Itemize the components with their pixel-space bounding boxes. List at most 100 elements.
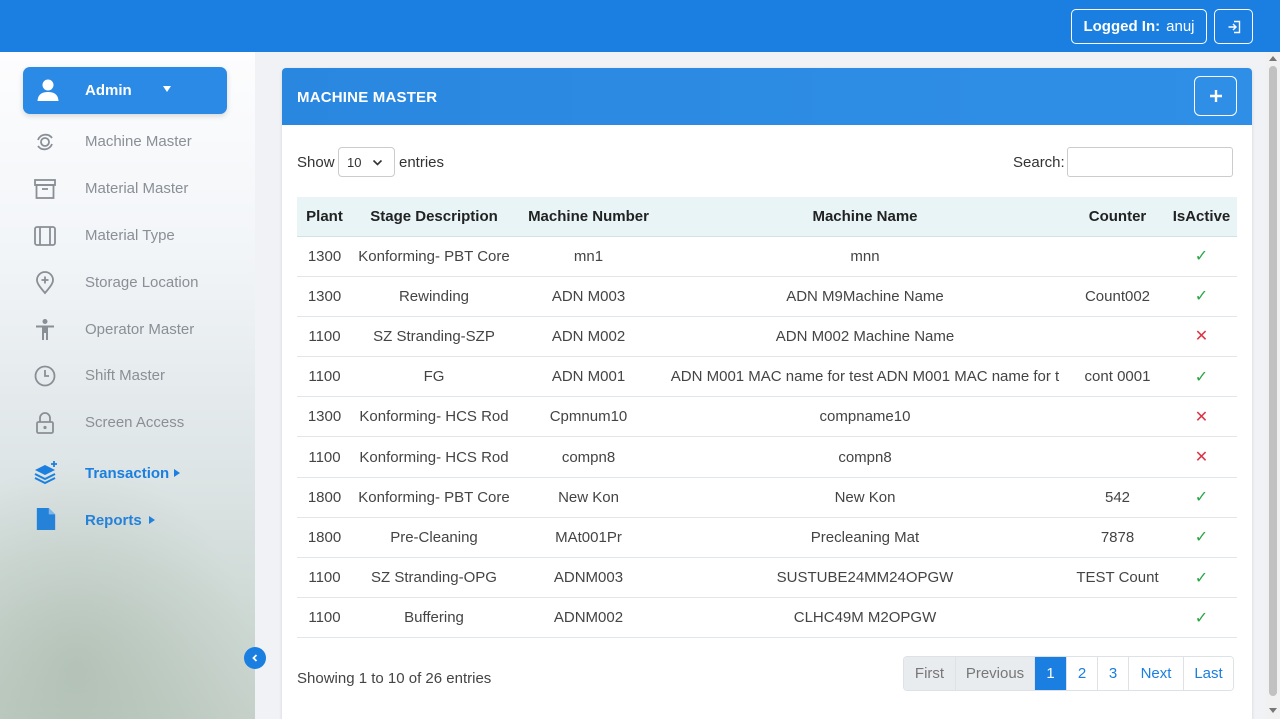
cell-machine-number: compn8: [516, 436, 661, 478]
cell-counter: [1069, 236, 1166, 277]
cell-plant: 1300: [297, 396, 352, 438]
sidebar-item-machine-master[interactable]: Machine Master: [23, 121, 227, 161]
top-bar: Logged In: anuj: [0, 0, 1280, 52]
table-row[interactable]: 1800 Pre-Cleaning MAt001Pr Precleaning Mat 7…: [297, 517, 1237, 559]
page-scrollbar[interactable]: [1266, 52, 1280, 719]
table-row[interactable]: 1100 Buffering ADNM002 CLHC49M M2OPGW ✓: [297, 597, 1237, 639]
admin-label: Admin: [85, 82, 132, 99]
cell-stage-description: SZ Stranding-SZP: [352, 316, 516, 358]
table-row[interactable]: 1300 Konforming- PBT Core mn1 mnn ✓: [297, 236, 1237, 277]
cell-stage-description: Pre-Cleaning: [352, 517, 516, 559]
page-title: MACHINE MASTER: [297, 89, 438, 106]
file-icon: [36, 508, 56, 530]
column-header-stage-description[interactable]: Stage Description: [352, 197, 516, 237]
page-2[interactable]: 2: [1066, 657, 1097, 690]
sidebar-item-transaction[interactable]: Transaction: [23, 453, 227, 493]
sidebar-item-label: Material Master: [85, 180, 189, 197]
add-machine-button[interactable]: [1194, 76, 1237, 116]
table-row[interactable]: 1100 FG ADN M001 ADN M001 MAC name for test…: [297, 356, 1237, 398]
cell-machine-name: New Kon: [661, 477, 1069, 518]
cell-plant: 1100: [297, 356, 352, 398]
layers-icon: [34, 461, 57, 485]
cell-isactive: ✓: [1166, 236, 1237, 277]
cell-stage-description: Konforming- PBT Core: [352, 477, 516, 518]
columns-icon: [34, 226, 56, 246]
scroll-up-arrow-icon[interactable]: [1269, 56, 1277, 61]
cell-machine-name: CLHC49M M2OPGW: [661, 597, 1069, 639]
page-last[interactable]: Last: [1183, 657, 1233, 690]
table-row[interactable]: 1100 Konforming- HCS Rod compn8 compn8 ✕: [297, 436, 1237, 478]
card-header: MACHINE MASTER: [282, 68, 1252, 125]
cell-isactive: ✓: [1166, 557, 1237, 599]
sidebar-collapse-button[interactable]: [244, 647, 266, 669]
sidebar-item-label: Machine Master: [85, 133, 192, 150]
page-3[interactable]: 3: [1097, 657, 1128, 690]
sidebar-item-operator-master[interactable]: Operator Master: [23, 309, 227, 349]
cell-machine-number: ADN M003: [516, 276, 661, 317]
entries-label: entries: [399, 154, 445, 171]
table-row[interactable]: 1100 SZ Stranding-OPG ADNM003 SUSTUBE24MM24…: [297, 557, 1237, 599]
table-row[interactable]: 1800 Konforming- PBT Core New Kon New Kon 54…: [297, 477, 1237, 518]
cell-plant: 1100: [297, 316, 352, 358]
cell-plant: 1800: [297, 517, 352, 559]
column-header-machine-number[interactable]: Machine Number: [516, 197, 661, 237]
scroll-down-arrow-icon[interactable]: [1269, 708, 1277, 713]
page-length-value: 10: [347, 154, 362, 170]
archive-icon: [34, 179, 56, 199]
cell-machine-name: ADN M002 Machine Name: [661, 316, 1069, 358]
cell-isactive: ✓: [1166, 517, 1237, 559]
page-length-select[interactable]: 10: [338, 147, 395, 177]
lock-icon: [36, 412, 54, 434]
table-row[interactable]: 1300 Rewinding ADN M003 ADN M9Machine Name C…: [297, 276, 1237, 317]
sidebar-item-label: Material Type: [85, 227, 175, 244]
map-pin-plus-icon: [36, 271, 54, 295]
check-icon: ✓: [1194, 569, 1209, 587]
page-first[interactable]: First: [904, 657, 955, 690]
check-icon: ✓: [1194, 288, 1209, 306]
sidebar-admin-menu[interactable]: Admin: [23, 67, 227, 114]
table-header-row: Plant Stage Description Machine Number M…: [297, 197, 1237, 237]
sidebar-item-screen-access[interactable]: Screen Access: [23, 402, 227, 442]
sidebar-item-material-type[interactable]: Material Type: [23, 215, 227, 255]
cell-plant: 1100: [297, 436, 352, 478]
cell-machine-number: Cpmnum10: [516, 396, 661, 438]
cell-isactive: ✓: [1166, 276, 1237, 317]
search-input[interactable]: [1067, 147, 1233, 177]
sidebar-item-material-master[interactable]: Material Master: [23, 168, 227, 208]
cell-stage-description: SZ Stranding-OPG: [352, 557, 516, 599]
cell-plant: 1800: [297, 477, 352, 518]
cell-counter: cont 0001: [1069, 356, 1166, 398]
plus-icon: [1209, 90, 1222, 102]
page-1[interactable]: 1: [1034, 657, 1066, 690]
cross-icon: ✕: [1194, 449, 1209, 467]
pagination: First Previous 1 2 3 Next Last: [903, 656, 1234, 691]
sidebar-item-shift-master[interactable]: Shift Master: [23, 355, 227, 395]
column-header-counter[interactable]: Counter: [1069, 197, 1166, 237]
table-row[interactable]: 1100 SZ Stranding-SZP ADN M002 ADN M002 Mac…: [297, 316, 1237, 358]
sidebar-item-reports[interactable]: Reports: [23, 500, 227, 540]
sidebar-item-storage-location[interactable]: Storage Location: [23, 262, 227, 302]
cell-isactive: ✕: [1166, 436, 1237, 478]
cell-counter: [1069, 396, 1166, 438]
logged-in-badge: Logged In: anuj: [1071, 9, 1207, 44]
page-next[interactable]: Next: [1128, 657, 1183, 690]
column-header-plant[interactable]: Plant: [297, 197, 352, 237]
scrollbar-thumb[interactable]: [1269, 66, 1277, 696]
cell-stage-description: Rewinding: [352, 276, 516, 317]
cell-machine-name: ADN M001 MAC name for test ADN M001 MAC …: [661, 356, 1069, 398]
check-icon: ✓: [1194, 368, 1209, 386]
column-header-isactive[interactable]: IsActive: [1166, 197, 1237, 237]
username: anuj: [1166, 18, 1195, 35]
column-header-machine-name[interactable]: Machine Name: [661, 197, 1069, 237]
logout-button[interactable]: [1214, 9, 1253, 44]
cell-stage-description: Konforming- HCS Rod: [352, 436, 516, 478]
sidebar: Admin Machine Master Material Master Mat…: [0, 52, 255, 719]
cell-machine-number: ADN M002: [516, 316, 661, 358]
cell-plant: 1100: [297, 597, 352, 639]
page-previous[interactable]: Previous: [955, 657, 1034, 690]
cell-isactive: ✓: [1166, 597, 1237, 639]
chevron-down-icon: [163, 86, 171, 92]
cell-machine-number: New Kon: [516, 477, 661, 518]
table-row[interactable]: 1300 Konforming- HCS Rod Cpmnum10 compname1…: [297, 396, 1237, 438]
cell-plant: 1300: [297, 276, 352, 317]
